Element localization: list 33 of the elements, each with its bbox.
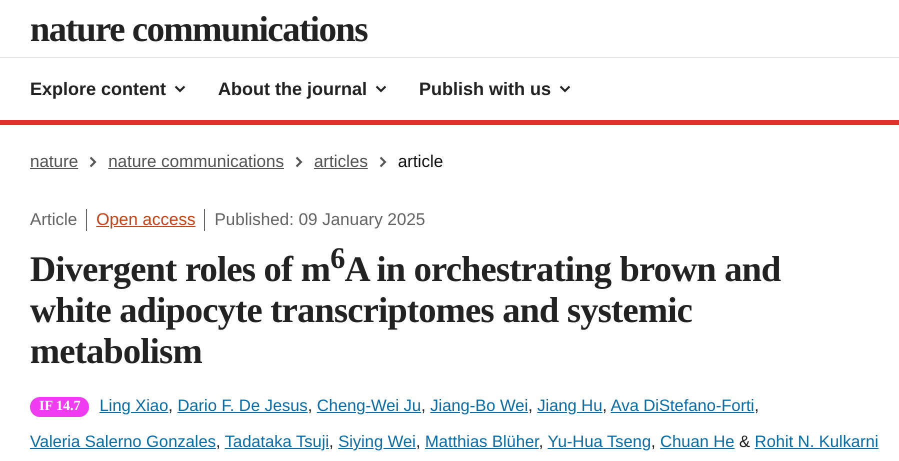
author-link[interactable]: Siying Wei <box>338 433 416 451</box>
breadcrumb-link[interactable]: articles <box>314 152 368 172</box>
nav-menu-button[interactable]: Explore content <box>30 78 186 100</box>
author-link[interactable]: Jiang-Bo Wei <box>430 397 528 415</box>
chevron-down-icon <box>559 85 572 93</box>
author-link[interactable]: Ling Xiao <box>99 397 168 415</box>
author-link[interactable]: Chuan He <box>660 433 734 451</box>
author-link[interactable]: Tadataka Tsuji <box>224 433 330 451</box>
author-link[interactable]: Rohit N. Kulkarni <box>754 433 878 451</box>
chevron-right-icon <box>378 156 387 168</box>
author-list: IF 14.7 Ling Xiao, Dario F. De Jesus, Cheng-Wei Ju, Jiang-Bo Wei, Jiang Hu, Ava DiStefano-Forti, Valeria Salerno Gonzales, Tadataka Tsuji, Siying Wei, Matthias Blüher, Yu-Hua Tseng, Chuan He & Rohit N. Kulkarni <box>30 388 890 460</box>
article-meta: Published: 09 January 2025 <box>214 210 426 230</box>
impact-factor-badge: IF 14.7 <box>30 397 90 417</box>
author-link[interactable]: Matthias Blüher <box>425 433 539 451</box>
chevron-right-icon <box>294 156 303 168</box>
nav-menu-button[interactable]: About the journal <box>218 78 388 100</box>
chevron-down-icon <box>174 85 186 93</box>
chevron-down-icon <box>375 85 388 93</box>
author-link[interactable]: Cheng-Wei Ju <box>316 397 422 415</box>
chevron-right-icon <box>89 156 98 168</box>
author-link[interactable]: Yu-Hua Tseng <box>548 433 651 451</box>
journal-logo[interactable]: nature communications <box>30 8 368 50</box>
nav-menu-button[interactable]: Publish with us <box>419 78 572 100</box>
article-title: Divergent roles of m$^{6}$A in orchestrating brown and white adipocyte transcriptomes and systemic metabolism <box>30 241 782 372</box>
author-link[interactable]: Ava DiStefano-Forti <box>610 397 754 415</box>
breadcrumb-link[interactable]: nature <box>30 152 78 172</box>
breadcrumb-current: article <box>398 152 444 172</box>
open-access-link[interactable]: Open access <box>96 210 196 230</box>
author-link[interactable]: Valeria Salerno Gonzales <box>30 433 216 451</box>
article-meta: Article <box>30 210 78 230</box>
author-link[interactable]: Dario F. De Jesus <box>177 397 308 415</box>
author-link[interactable]: Jiang Hu <box>537 397 602 415</box>
breadcrumb-link[interactable]: nature communications <box>108 152 284 172</box>
